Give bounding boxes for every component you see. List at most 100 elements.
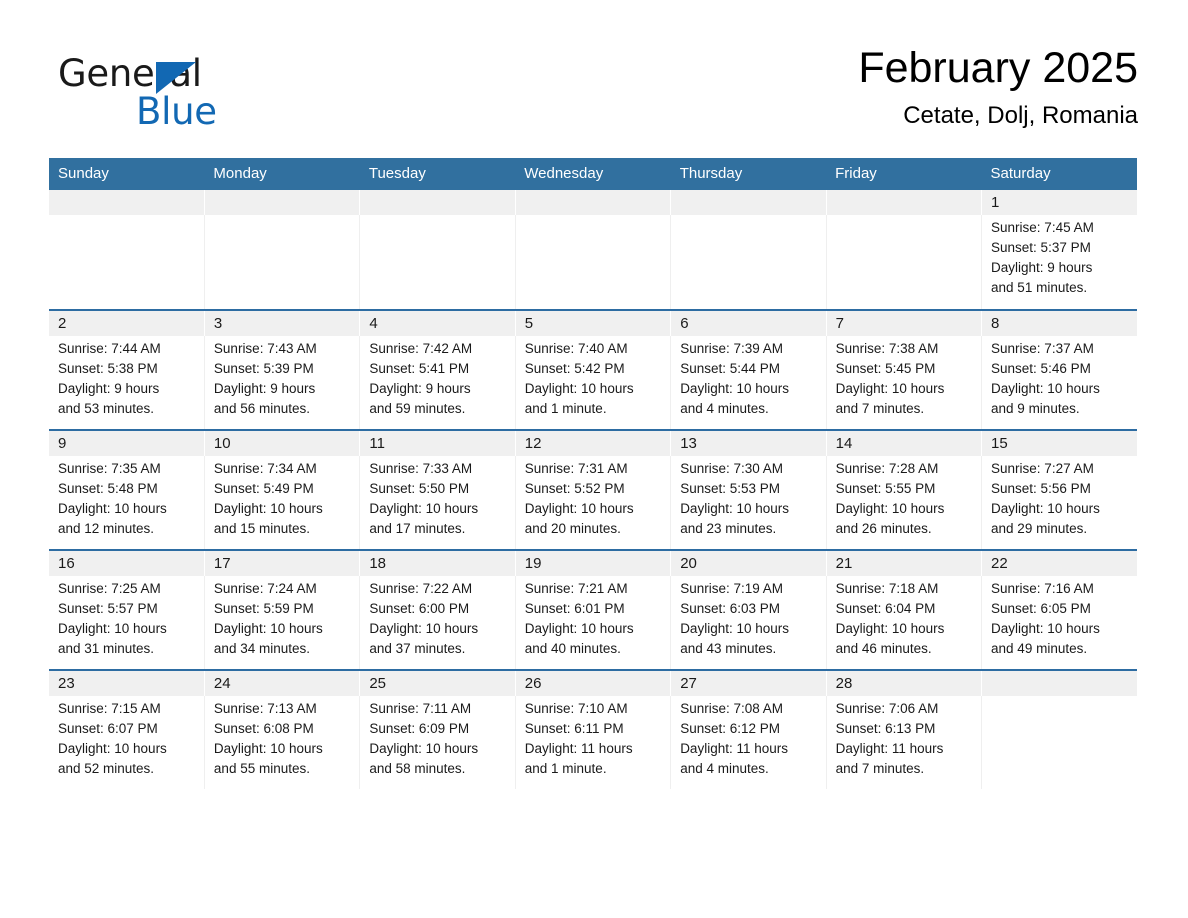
day-number[interactable] <box>515 190 672 215</box>
sunset-text: Sunset: 5:46 PM <box>991 361 1091 376</box>
day-number[interactable]: 20 <box>670 551 827 576</box>
daylight-text-line2: and 53 minutes. <box>58 401 155 416</box>
day-number[interactable]: 25 <box>359 671 516 696</box>
day-number[interactable]: 26 <box>515 671 672 696</box>
day-number[interactable]: 2 <box>49 311 205 336</box>
day-number[interactable] <box>826 190 983 215</box>
day-number[interactable]: 27 <box>670 671 827 696</box>
day-number[interactable]: 11 <box>359 431 516 456</box>
day-number[interactable]: 1 <box>981 190 1137 215</box>
daylight-text-line1: Daylight: 10 hours <box>991 501 1100 516</box>
day-number[interactable]: 4 <box>359 311 516 336</box>
day-number[interactable]: 21 <box>826 551 983 576</box>
day-cell[interactable]: Sunrise: 7:16 AM Sunset: 6:05 PM Dayligh… <box>981 576 1137 669</box>
day-number[interactable] <box>359 190 516 215</box>
sunset-text: Sunset: 5:39 PM <box>213 361 314 376</box>
daylight-text-line2: and 43 minutes. <box>680 641 777 656</box>
day-number[interactable]: 3 <box>204 311 361 336</box>
day-number[interactable]: 13 <box>670 431 827 456</box>
sunrise-text: Sunrise: 7:06 AM <box>835 701 939 716</box>
sunrise-text: Sunrise: 7:27 AM <box>991 461 1094 476</box>
day-cell[interactable]: Sunrise: 7:19 AM Sunset: 6:03 PM Dayligh… <box>670 576 827 669</box>
sunset-text: Sunset: 5:48 PM <box>58 481 158 496</box>
day-number[interactable]: 12 <box>515 431 672 456</box>
day-cell[interactable]: Sunrise: 7:21 AM Sunset: 6:01 PM Dayligh… <box>515 576 672 669</box>
day-number[interactable]: 8 <box>981 311 1137 336</box>
sunrise-text: Sunrise: 7:42 AM <box>369 341 473 356</box>
sunset-text: Sunset: 5:37 PM <box>991 240 1091 255</box>
day-cell[interactable] <box>515 215 672 309</box>
day-cell[interactable] <box>670 215 827 309</box>
day-number[interactable]: 23 <box>49 671 205 696</box>
day-number[interactable] <box>49 190 205 215</box>
day-cell[interactable]: Sunrise: 7:33 AM Sunset: 5:50 PM Dayligh… <box>359 456 516 549</box>
day-number[interactable]: 7 <box>826 311 983 336</box>
daylight-text-line1: Daylight: 10 hours <box>680 621 789 636</box>
day-cell[interactable]: Sunrise: 7:11 AM Sunset: 6:09 PM Dayligh… <box>359 696 516 789</box>
sunrise-text: Sunrise: 7:31 AM <box>524 461 628 476</box>
day-number[interactable]: 19 <box>515 551 672 576</box>
day-cell[interactable] <box>826 215 983 309</box>
sunrise-text: Sunrise: 7:45 AM <box>991 220 1094 235</box>
day-number[interactable]: 6 <box>670 311 827 336</box>
day-cell[interactable]: Sunrise: 7:10 AM Sunset: 6:11 PM Dayligh… <box>515 696 672 789</box>
sunset-text: Sunset: 5:44 PM <box>680 361 780 376</box>
day-cell[interactable]: Sunrise: 7:31 AM Sunset: 5:52 PM Dayligh… <box>515 456 672 549</box>
day-cell[interactable]: Sunrise: 7:28 AM Sunset: 5:55 PM Dayligh… <box>826 456 983 549</box>
week-5-date-row: 23 24 25 26 27 28 <box>49 671 1137 696</box>
day-cell[interactable]: Sunrise: 7:08 AM Sunset: 6:12 PM Dayligh… <box>670 696 827 789</box>
day-cell[interactable]: Sunrise: 7:30 AM Sunset: 5:53 PM Dayligh… <box>670 456 827 549</box>
day-cell[interactable]: Sunrise: 7:27 AM Sunset: 5:56 PM Dayligh… <box>981 456 1137 549</box>
sunset-text: Sunset: 6:05 PM <box>991 601 1091 616</box>
sunrise-text: Sunrise: 7:39 AM <box>680 341 783 356</box>
day-cell[interactable] <box>204 215 361 309</box>
day-number[interactable] <box>981 671 1137 696</box>
day-number[interactable]: 17 <box>204 551 361 576</box>
sunrise-text: Sunrise: 7:44 AM <box>58 341 161 356</box>
day-cell[interactable]: Sunrise: 7:42 AM Sunset: 5:41 PM Dayligh… <box>359 336 516 429</box>
day-cell[interactable]: Sunrise: 7:15 AM Sunset: 6:07 PM Dayligh… <box>49 696 205 789</box>
daylight-text-line2: and 12 minutes. <box>58 521 155 536</box>
day-cell[interactable]: Sunrise: 7:18 AM Sunset: 6:04 PM Dayligh… <box>826 576 983 669</box>
sunrise-text: Sunrise: 7:38 AM <box>835 341 939 356</box>
daylight-text-line2: and 26 minutes. <box>835 521 932 536</box>
day-cell[interactable]: Sunrise: 7:40 AM Sunset: 5:42 PM Dayligh… <box>515 336 672 429</box>
day-cell[interactable]: Sunrise: 7:38 AM Sunset: 5:45 PM Dayligh… <box>826 336 983 429</box>
day-cell[interactable]: Sunrise: 7:44 AM Sunset: 5:38 PM Dayligh… <box>49 336 205 429</box>
day-cell[interactable]: Sunrise: 7:13 AM Sunset: 6:08 PM Dayligh… <box>204 696 361 789</box>
daylight-text-line2: and 4 minutes. <box>680 761 769 776</box>
day-cell[interactable]: Sunrise: 7:39 AM Sunset: 5:44 PM Dayligh… <box>670 336 827 429</box>
day-cell[interactable]: Sunrise: 7:35 AM Sunset: 5:48 PM Dayligh… <box>49 456 205 549</box>
day-number[interactable]: 9 <box>49 431 205 456</box>
day-number[interactable]: 18 <box>359 551 516 576</box>
day-cell[interactable]: Sunrise: 7:25 AM Sunset: 5:57 PM Dayligh… <box>49 576 205 669</box>
weekday-header-friday: Friday <box>826 158 982 190</box>
daylight-text-line2: and 51 minutes. <box>991 280 1088 295</box>
day-cell[interactable]: Sunrise: 7:43 AM Sunset: 5:39 PM Dayligh… <box>204 336 361 429</box>
daylight-text-line1: Daylight: 10 hours <box>213 501 323 516</box>
day-number[interactable]: 5 <box>515 311 672 336</box>
day-cell[interactable]: Sunrise: 7:45 AM Sunset: 5:37 PM Dayligh… <box>981 215 1137 309</box>
day-number[interactable]: 14 <box>826 431 983 456</box>
day-cell[interactable]: Sunrise: 7:37 AM Sunset: 5:46 PM Dayligh… <box>981 336 1137 429</box>
daylight-text-line2: and 46 minutes. <box>835 641 932 656</box>
day-cell[interactable] <box>49 215 205 309</box>
day-number[interactable] <box>204 190 361 215</box>
day-number[interactable] <box>670 190 827 215</box>
day-number[interactable]: 10 <box>204 431 361 456</box>
day-number[interactable]: 15 <box>981 431 1137 456</box>
day-number[interactable]: 24 <box>204 671 361 696</box>
day-cell[interactable] <box>359 215 516 309</box>
day-number[interactable]: 22 <box>981 551 1137 576</box>
day-number[interactable]: 28 <box>826 671 983 696</box>
day-cell[interactable]: Sunrise: 7:24 AM Sunset: 5:59 PM Dayligh… <box>204 576 361 669</box>
day-cell[interactable]: Sunrise: 7:22 AM Sunset: 6:00 PM Dayligh… <box>359 576 516 669</box>
day-cell[interactable] <box>981 696 1137 789</box>
day-cell[interactable]: Sunrise: 7:06 AM Sunset: 6:13 PM Dayligh… <box>826 696 983 789</box>
daylight-text-line1: Daylight: 11 hours <box>835 741 944 756</box>
daylight-text-line1: Daylight: 9 hours <box>991 260 1093 275</box>
day-cell[interactable]: Sunrise: 7:34 AM Sunset: 5:49 PM Dayligh… <box>204 456 361 549</box>
sunrise-text: Sunrise: 7:40 AM <box>524 341 628 356</box>
day-number[interactable]: 16 <box>49 551 205 576</box>
daylight-text-line1: Daylight: 10 hours <box>835 381 945 396</box>
